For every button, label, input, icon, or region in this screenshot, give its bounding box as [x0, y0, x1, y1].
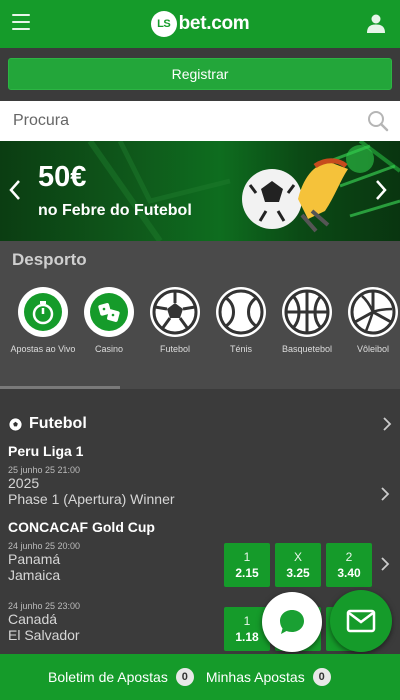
- sport-volleyball[interactable]: Vôleibol: [340, 287, 400, 389]
- search-bar: [0, 101, 400, 141]
- my-bets-label: Minhas Apostas: [205, 669, 305, 685]
- sport-label: Vôleibol: [356, 344, 390, 354]
- carousel-scroll-indicator: [0, 386, 120, 389]
- sport-tennis[interactable]: Ténis: [208, 287, 274, 389]
- bottom-bar: Boletim de Apostas 0 Minhas Apostas 0: [0, 654, 400, 700]
- betslip-label: Boletim de Apostas: [48, 669, 168, 685]
- chevron-right-icon[interactable]: [380, 557, 390, 571]
- event-name: 2025: [8, 475, 40, 491]
- league-title[interactable]: Peru Liga 1: [0, 443, 400, 459]
- odd-value: 3.40: [337, 566, 361, 580]
- stopwatch-icon: [18, 287, 68, 337]
- banner-amount: 50€: [38, 161, 87, 193]
- tennis-ball-icon: [216, 287, 266, 337]
- odd-label: 1: [243, 550, 251, 564]
- dice-icon: [84, 287, 134, 337]
- chat-bubble-icon: [280, 610, 304, 634]
- register-section: Registrar: [0, 48, 400, 101]
- sport-label: Futebol: [159, 344, 191, 354]
- sport-label: Basquetebol: [281, 344, 333, 354]
- betslip-count-badge: 0: [175, 668, 194, 686]
- contact-button[interactable]: [330, 590, 392, 652]
- odd-button-draw[interactable]: X 3.25: [275, 543, 321, 587]
- section-title: Futebol: [29, 415, 87, 432]
- sport-basketball[interactable]: Basquetebol: [274, 287, 340, 389]
- odds-group: 1 2.15 X 3.25 2 3.40: [224, 543, 372, 587]
- search-input[interactable]: [13, 112, 366, 130]
- odd-button-home[interactable]: 1 2.15: [224, 543, 270, 587]
- divider: [0, 389, 400, 411]
- register-button[interactable]: Registrar: [8, 58, 392, 90]
- football-header[interactable]: Futebol: [0, 411, 400, 437]
- odd-value: 3.25: [286, 566, 310, 580]
- hamburger-menu-icon[interactable]: [12, 14, 30, 30]
- user-icon[interactable]: [366, 13, 386, 33]
- my-bets-count-badge: 0: [312, 668, 331, 686]
- soccer-ball-icon: [8, 416, 23, 432]
- soccer-ball-and-boot-illustration: [242, 145, 374, 233]
- soccer-ball-icon: [150, 287, 200, 337]
- promo-banner[interactable]: 50€ no Febre do Futebol: [0, 141, 400, 241]
- sports-section-title: Desporto: [0, 241, 400, 279]
- event-time: 25 junho 25 21:00: [8, 465, 81, 475]
- event-name: Phase 1 (Apertura) Winner: [8, 491, 175, 507]
- basketball-icon: [282, 287, 332, 337]
- odd-value: 2.15: [235, 566, 259, 580]
- sport-label: Apostas ao Vivo: [10, 344, 76, 354]
- odd-button-away[interactable]: 2 3.40: [326, 543, 372, 587]
- odd-label: X: [293, 550, 302, 564]
- league-title[interactable]: CONCACAF Gold Cup: [0, 519, 400, 535]
- chevron-right-icon[interactable]: [382, 417, 392, 431]
- volleyball-icon: [348, 287, 398, 337]
- event-row[interactable]: 25 junho 25 21:00 2025 Phase 1 (Apertura…: [0, 465, 400, 509]
- chat-button[interactable]: [262, 592, 322, 652]
- sport-label: Ténis: [229, 344, 252, 354]
- betslip-tab[interactable]: Boletim de Apostas 0: [48, 668, 194, 686]
- sport-football[interactable]: Futebol: [142, 287, 208, 389]
- logo[interactable]: LS bet.com: [150, 11, 250, 37]
- chevron-right-icon[interactable]: [374, 179, 388, 201]
- top-bar: LS bet.com: [0, 0, 400, 48]
- logo-mark: LS: [150, 11, 177, 37]
- odd-label: 2: [345, 550, 353, 564]
- chevron-left-icon[interactable]: [8, 179, 22, 201]
- banner-caption: no Febre do Futebol: [38, 202, 192, 219]
- event-row[interactable]: 24 junho 25 20:00 Panamá Jamaica 1 2.15 …: [0, 541, 400, 595]
- my-bets-tab[interactable]: Minhas Apostas 0: [206, 668, 331, 686]
- chevron-right-icon[interactable]: [380, 487, 390, 501]
- sport-live-betting[interactable]: Apostas ao Vivo: [10, 287, 76, 389]
- sport-label: Casino: [94, 344, 123, 354]
- sport-casino[interactable]: Casino: [76, 287, 142, 389]
- sports-carousel[interactable]: Apostas ao Vivo Casino Futebol Ténis Bas…: [0, 279, 400, 389]
- envelope-icon: [346, 609, 376, 633]
- logo-text: bet.com: [178, 13, 250, 34]
- search-icon[interactable]: [366, 109, 390, 133]
